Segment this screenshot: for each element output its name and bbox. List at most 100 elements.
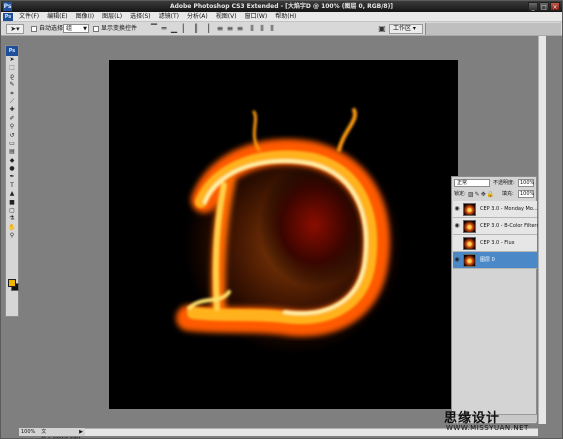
pen-tool-icon[interactable]: ✒ [6, 173, 18, 181]
align-bottom-icon[interactable]: ▁ [169, 24, 179, 34]
layers-options-row: 正常 不透明度: 100% [452, 178, 536, 188]
workspace-button[interactable]: 工作区 ▾ [389, 24, 423, 34]
align-vcenter-icon[interactable]: ═ [159, 24, 169, 34]
show-transform-label: 显示变换控件 [101, 25, 138, 32]
align-hcenter-icon[interactable]: ║ [191, 24, 201, 34]
zoom-tool-icon[interactable]: ⚲ [6, 232, 18, 240]
layer-name: 图层 0 [480, 257, 495, 263]
layer-row[interactable]: CEP 3.0 - Flux [453, 235, 537, 252]
title-bar: Ps Adobe Photoshop CS3 Extended - [大焰字D … [1, 1, 562, 12]
panel-well [425, 23, 561, 35]
menu-file[interactable]: 文件(F) [15, 12, 43, 21]
fill-field[interactable]: 100% [518, 190, 534, 198]
menu-layer[interactable]: 图层(L) [98, 12, 126, 21]
slice-tool-icon[interactable]: ⟋ [6, 98, 18, 106]
opacity-field[interactable]: 100% [518, 179, 534, 187]
lock-icons[interactable]: ▨✎✥🔒 [468, 190, 495, 200]
align-top-icon[interactable]: ▔ [149, 24, 159, 34]
eye-icon[interactable]: ◉ [454, 257, 460, 263]
clone-tool-icon[interactable]: ⚲ [6, 123, 18, 131]
eyedropper-tool-icon[interactable]: ⚗ [6, 215, 18, 223]
distribute-center-icon[interactable]: ≡ [225, 24, 235, 34]
status-menu-arrow-icon[interactable]: ▶ [77, 428, 85, 436]
layer-row[interactable]: ◉ CEP 3.0 - B-Color Filters [453, 218, 540, 235]
layer-thumbnail [463, 237, 476, 250]
eraser-tool-icon[interactable]: ▭ [6, 140, 18, 148]
watermark: 思缘设计 WWW.MISSYUAN.NET [444, 406, 554, 436]
eye-icon[interactable] [454, 240, 460, 246]
show-transform-checkbox[interactable] [93, 26, 99, 32]
zoom-level[interactable]: 100% [21, 428, 35, 436]
layer-list: ◉ CEP 3.0 - Monday Mo... ◉ CEP 3.0 - B-C… [453, 201, 540, 269]
layer-name: CEP 3.0 - B-Color Filters [480, 223, 540, 229]
menu-filter[interactable]: 滤镜(T) [155, 12, 183, 21]
auto-select-value: 组 [66, 25, 73, 32]
shape-tool-icon[interactable]: ■ [6, 199, 18, 207]
distribute-right-icon[interactable]: ⦀ [267, 24, 277, 34]
quick-select-tool-icon[interactable]: ✎ [6, 81, 18, 89]
layer-name: CEP 3.0 - Monday Mo... [480, 206, 538, 212]
menu-help[interactable]: 帮助(H) [271, 12, 300, 21]
foreground-color-swatch[interactable] [8, 279, 16, 287]
window-controls: _ □ × [528, 2, 560, 11]
document-canvas[interactable] [109, 60, 458, 409]
blur-tool-icon[interactable]: ◆ [6, 157, 18, 165]
chevron-down-icon: ▼ [83, 26, 87, 32]
marquee-tool-icon[interactable]: ⬚ [6, 64, 18, 72]
gradient-tool-icon[interactable]: ▤ [6, 148, 18, 156]
layer-row[interactable]: ◉ CEP 3.0 - Monday Mo... [453, 201, 538, 218]
layer-thumbnail [463, 254, 476, 267]
status-bar: 100% 文档:1.83M/6.67M [19, 428, 85, 438]
tools-panel: Ps ➤ ⬚ ϱ ✎ ⌗ ⟋ ✚ ✐ ⚲ ↺ ▭ ▤ ◆ ● ✒ T ▲ ■ ▢… [5, 45, 19, 317]
eye-icon[interactable]: ◉ [454, 223, 460, 229]
watermark-url: WWW.MISSYUAN.NET [446, 424, 529, 432]
minimize-button[interactable]: _ [528, 2, 538, 11]
align-left-icon[interactable]: ▏ [181, 24, 191, 34]
bridge-icon[interactable]: ▣ [377, 24, 387, 34]
layer-thumbnail [463, 220, 476, 233]
layer-row-selected[interactable]: ◉ 图层 0 [453, 252, 537, 269]
crop-tool-icon[interactable]: ⌗ [6, 90, 18, 98]
lasso-tool-icon[interactable]: ϱ [6, 73, 18, 81]
move-tool-icon[interactable]: ➤ [6, 56, 18, 64]
layer-name: CEP 3.0 - Flux [480, 240, 515, 246]
menu-view[interactable]: 视图(V) [212, 12, 241, 21]
healing-tool-icon[interactable]: ✚ [6, 106, 18, 114]
dodge-tool-icon[interactable]: ● [6, 165, 18, 173]
auto-select-checkbox[interactable] [31, 26, 37, 32]
fill-label: 填充: [502, 191, 514, 197]
menu-window[interactable]: 窗口(W) [241, 12, 272, 21]
maximize-button[interactable]: □ [539, 2, 549, 11]
distribute-hcenter-icon[interactable]: ⦀ [257, 24, 267, 34]
history-brush-icon[interactable]: ↺ [6, 132, 18, 140]
notes-tool-icon[interactable]: ▢ [6, 207, 18, 215]
align-right-icon[interactable]: ▕ [201, 24, 211, 34]
fire-letter-artwork [176, 108, 404, 355]
layers-lock-row: 锁定: ▨✎✥🔒 填充: 100% [452, 189, 536, 199]
menu-select[interactable]: 选择(S) [126, 12, 155, 21]
hand-tool-icon[interactable]: ✋ [6, 224, 18, 232]
menu-analysis[interactable]: 分析(A) [183, 12, 212, 21]
distribute-bottom-icon[interactable]: ≡ [235, 24, 245, 34]
photoshop-window: Ps Adobe Photoshop CS3 Extended - [大焰字D … [0, 0, 563, 439]
distribute-left-icon[interactable]: ⦀ [247, 24, 257, 34]
menu-image[interactable]: 图像(I) [72, 12, 98, 21]
blend-mode-value: 正常 [457, 180, 468, 186]
layers-panel: 正常 不透明度: 100% 锁定: ▨✎✥🔒 填充: 100% ◉ CEP 3.… [451, 176, 540, 424]
ps-menu-icon: Ps [3, 12, 13, 21]
blend-mode-dropdown[interactable]: 正常 [454, 179, 490, 187]
layer-thumbnail [463, 203, 476, 216]
auto-select-dropdown[interactable]: 组 ▼ [63, 24, 89, 33]
path-select-tool-icon[interactable]: ▲ [6, 190, 18, 198]
move-tool-preset-icon[interactable]: ➤▾ [6, 24, 24, 34]
menu-edit[interactable]: 编辑(E) [43, 12, 71, 21]
vertical-scrollbar[interactable] [538, 36, 546, 424]
distribute-top-icon[interactable]: ≡ [215, 24, 225, 34]
close-button[interactable]: × [550, 2, 560, 11]
menu-bar: Ps 文件(F) 编辑(E) 图像(I) 图层(L) 选择(S) 滤镜(T) 分… [1, 12, 562, 22]
eye-icon[interactable]: ◉ [454, 206, 460, 212]
window-title: Adobe Photoshop CS3 Extended - [大焰字D @ 1… [169, 3, 394, 10]
brush-tool-icon[interactable]: ✐ [6, 115, 18, 123]
tools-panel-header[interactable]: Ps [6, 46, 18, 56]
type-tool-icon[interactable]: T [6, 182, 18, 190]
